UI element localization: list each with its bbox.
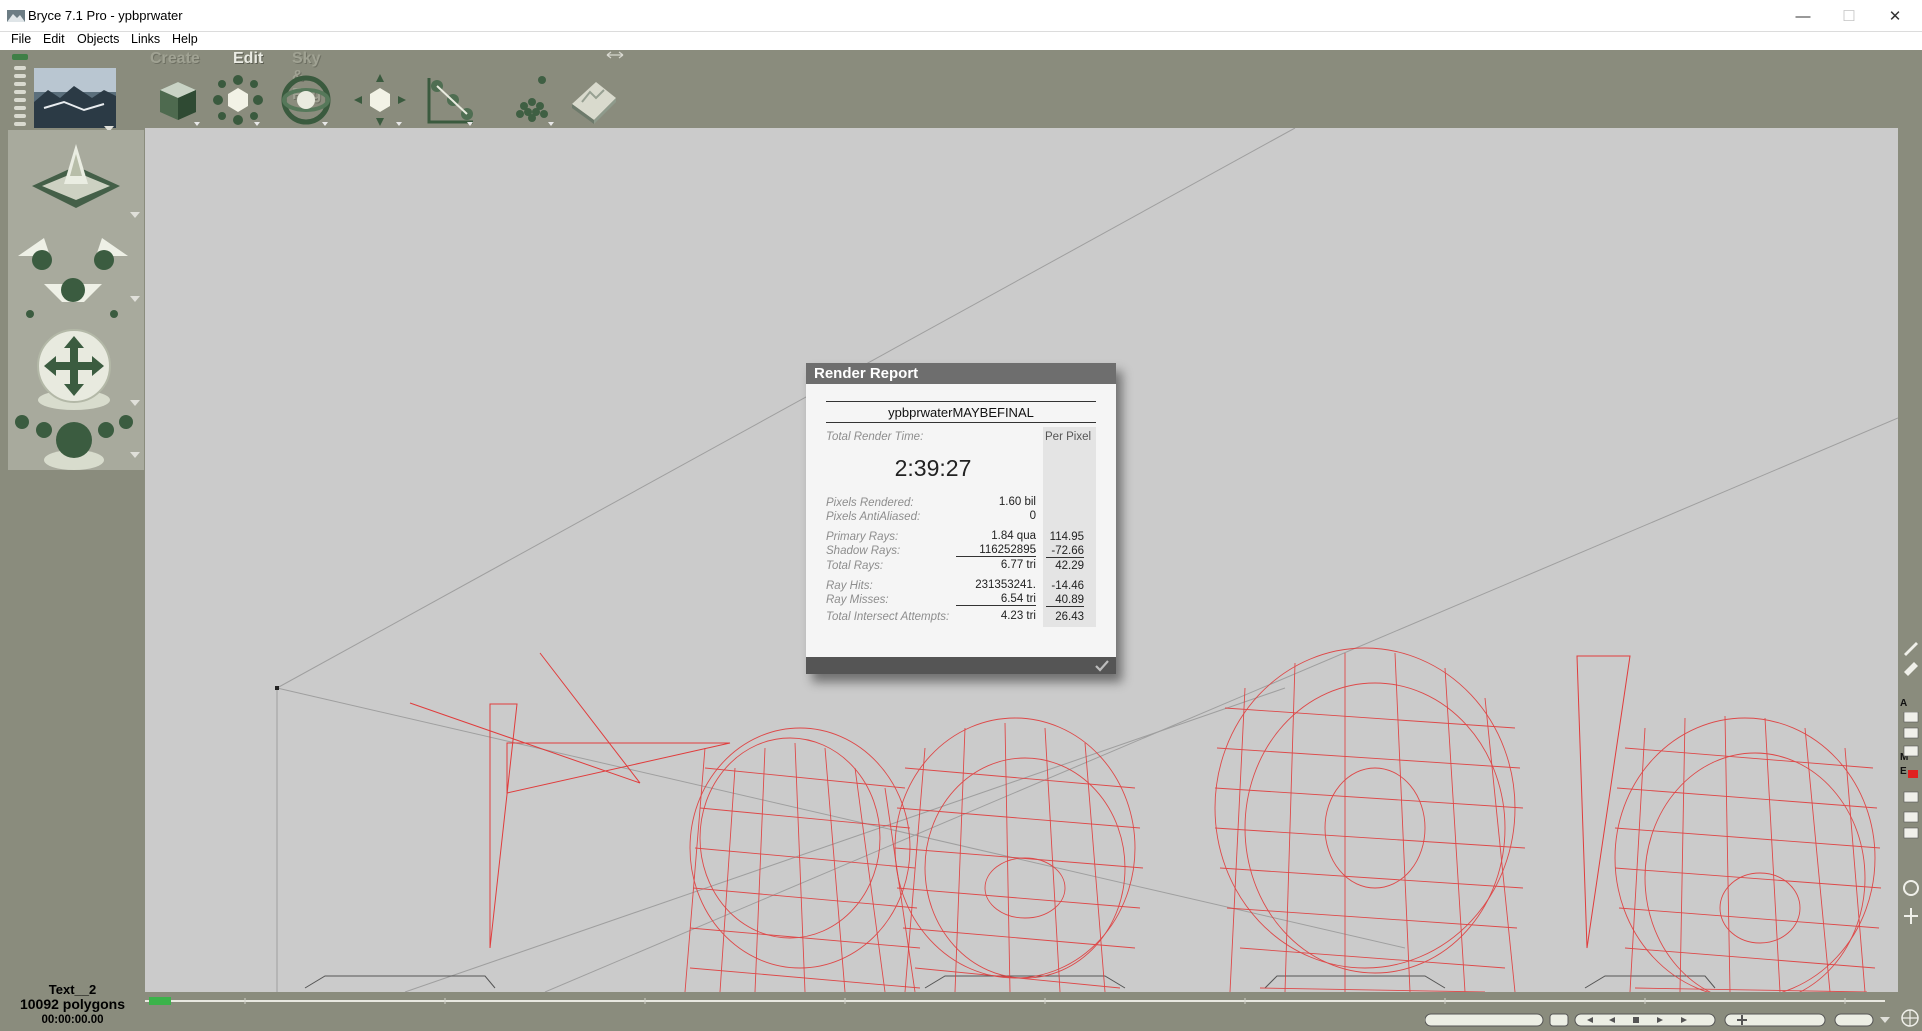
- align-tool-icon[interactable]: [423, 72, 479, 128]
- total-rays-per-pixel: 42.29: [1055, 560, 1084, 572]
- camera-menu-arrow-icon[interactable]: [130, 296, 140, 304]
- per-pixel-label: Per Pixel: [1045, 431, 1092, 443]
- close-button[interactable]: ✕: [1872, 0, 1918, 32]
- checkmark-icon[interactable]: [1094, 659, 1110, 672]
- pixels-rendered-value: 1.60 bil: [998, 496, 1036, 508]
- primary-rays-label: Primary Rays:: [826, 531, 899, 543]
- menu-help[interactable]: Help: [172, 32, 198, 46]
- ray-hits-per-pixel: -14.46: [1051, 580, 1084, 592]
- shadow-rays-value: 116252895̵: [956, 544, 1036, 557]
- trackball-menu-arrow-icon[interactable]: [130, 400, 140, 408]
- menu-file[interactable]: File: [11, 32, 31, 46]
- globe-icon[interactable]: [1900, 1008, 1920, 1028]
- timeline-scrubber[interactable]: [145, 996, 1898, 1006]
- ray-misses-value: 6.54 tri: [956, 593, 1036, 606]
- menu-links[interactable]: Links: [131, 32, 160, 46]
- right-letter-a[interactable]: A: [1900, 698, 1912, 710]
- primary-rays-per-pixel: 114.95: [1049, 531, 1084, 543]
- view-control-icon[interactable]: [28, 136, 124, 226]
- view-menu-arrow-icon[interactable]: [130, 212, 140, 220]
- pixels-rendered-label: Pixels Rendered:: [826, 497, 914, 509]
- nano-preview-thumbnail[interactable]: [34, 68, 116, 128]
- minimize-button[interactable]: —: [1780, 0, 1826, 32]
- randomize-tool-icon[interactable]: [504, 72, 560, 128]
- wireframe-letter-e1: [894, 717, 1144, 992]
- scene-name: ypbprwaterMAYBEFINAL: [826, 401, 1096, 423]
- camera-pan-trackball-icon[interactable]: [34, 326, 114, 416]
- shadow-rays-per-pixel: -72.66: [1046, 545, 1084, 558]
- total-intersect-attempts-per-pixel: 26.43: [1055, 611, 1084, 623]
- wireframe-letter-p: [684, 727, 921, 992]
- polygon-count: 10092 polygons: [19, 996, 126, 1012]
- right-tool-stack[interactable]: [1900, 712, 1920, 932]
- selected-object-name: Text__2: [48, 982, 97, 997]
- render-report-dialog: Render Report ypbprwaterMAYBEFINAL Total…: [806, 363, 1116, 674]
- total-render-time: 2:39:27: [894, 455, 972, 481]
- total-intersect-attempts-value: 4.23 tri: [1000, 610, 1036, 622]
- total-rays-label: Total Rays:: [826, 560, 884, 572]
- reposition-tool-icon[interactable]: [352, 72, 408, 128]
- ray-misses-label: Ray Misses:: [826, 594, 889, 606]
- timecode: 00:00:00.00: [41, 1014, 104, 1026]
- dialog-footer: [806, 657, 1116, 674]
- pixels-antialiased-value: 0: [1029, 510, 1036, 522]
- rotate-tool-icon[interactable]: [278, 72, 334, 128]
- brush-tool-icon[interactable]: [1900, 638, 1920, 678]
- maximize-button[interactable]: ☐: [1826, 0, 1872, 32]
- resize-tool-icon[interactable]: [210, 72, 266, 128]
- pixels-antialiased-label: Pixels AntiAliased:: [826, 511, 921, 523]
- terrain-editor-icon[interactable]: [566, 72, 622, 128]
- total-render-time-label: Total Render Time:: [826, 431, 924, 443]
- ray-hits-label: Ray Hits:: [826, 580, 873, 592]
- tab-create[interactable]: Create: [150, 50, 200, 68]
- ray-hits-value: 231353241.: [975, 579, 1036, 591]
- animation-controls[interactable]: [1425, 1012, 1895, 1028]
- tab-edit[interactable]: Edit: [233, 50, 263, 68]
- title-bar: Bryce 7.1 Pro - ypbprwater — ☐ ✕: [0, 0, 1922, 32]
- menu-bar: File Edit Objects Links Help: [0, 32, 1922, 50]
- render-menu-arrow-icon[interactable]: [130, 452, 140, 460]
- timeline-bar: [145, 992, 1898, 1031]
- ray-misses-per-pixel: 40.89: [1046, 594, 1084, 607]
- total-rays-value: 6.77 tri: [1000, 559, 1036, 571]
- palette-expand-icon[interactable]: [605, 50, 625, 60]
- render-spheres-icon[interactable]: [12, 410, 136, 472]
- shadow-rays-label: Shadow Rays:: [826, 545, 901, 557]
- dialog-title[interactable]: Render Report: [806, 363, 1116, 384]
- wireframe-letter-e2: [1614, 715, 1882, 992]
- material-editor-icon[interactable]: [150, 72, 206, 128]
- camera-trackball-icon[interactable]: [14, 228, 132, 320]
- menu-objects[interactable]: Objects: [77, 32, 119, 46]
- primary-rays-value: 1.84 qua: [991, 530, 1036, 542]
- bryce-app-icon: [7, 10, 25, 22]
- total-intersect-attempts-label: Total Intersect Attempts:: [826, 611, 950, 623]
- menu-edit[interactable]: Edit: [43, 32, 65, 46]
- tools-strip-icon[interactable]: [10, 52, 30, 132]
- right-toolbar: A M E: [1898, 128, 1922, 1031]
- window-title: Bryce 7.1 Pro - ypbprwater: [28, 8, 183, 23]
